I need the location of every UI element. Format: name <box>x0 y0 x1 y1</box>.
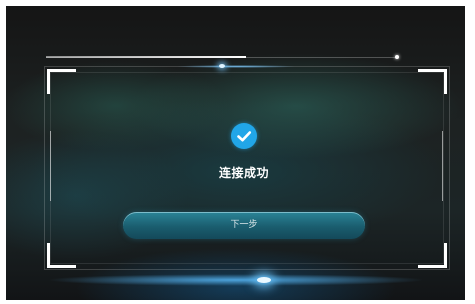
frame-corner-top-left <box>47 69 76 94</box>
frame-corner-bottom-left <box>47 243 76 268</box>
frame-corner-top-right <box>418 69 447 94</box>
progress-bar-fill <box>46 56 246 58</box>
check-circle-icon <box>231 123 257 149</box>
status-message: 连接成功 <box>218 166 269 180</box>
progress-bar <box>46 55 399 59</box>
next-step-button[interactable]: 下一步 <box>123 212 365 239</box>
top-glow-dot <box>219 64 225 68</box>
bottom-glow-line <box>46 274 426 286</box>
frame-side-line-left <box>50 131 51 201</box>
frame-side-line-right <box>442 131 443 201</box>
connection-screen: 连接成功 下一步 <box>6 6 465 300</box>
top-glow-line <box>176 65 296 68</box>
frame-corner-bottom-right <box>418 243 447 268</box>
progress-end-dot <box>395 55 399 59</box>
bottom-glow-dot <box>257 277 271 283</box>
